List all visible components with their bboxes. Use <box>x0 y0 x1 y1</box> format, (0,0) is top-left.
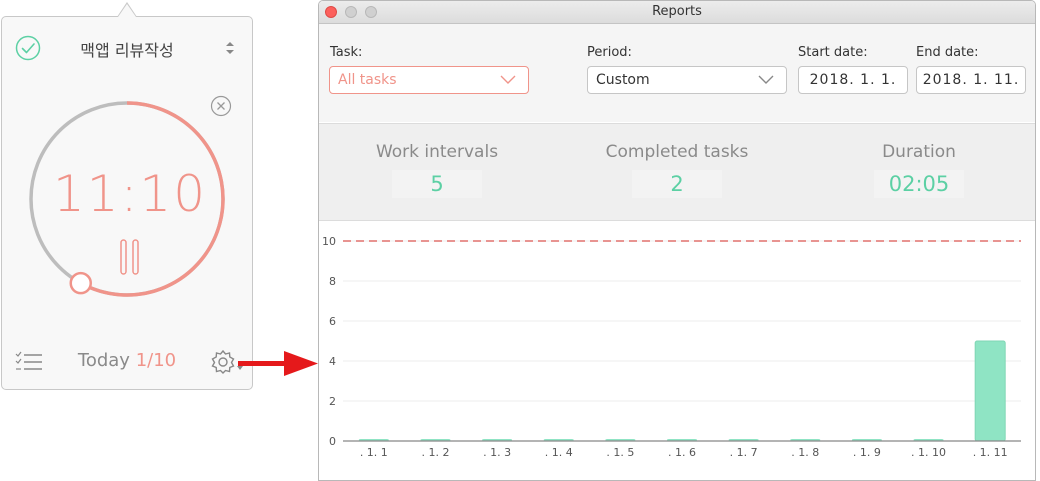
x-tick-label: . 1. 6 <box>668 446 696 459</box>
check-circle-icon[interactable] <box>15 35 41 61</box>
stat-work-intervals: Work intervals 5 <box>327 124 547 198</box>
stat-value: 02:05 <box>874 170 964 198</box>
y-tick-label: 10 <box>322 235 336 248</box>
stat-value: 2 <box>632 170 722 198</box>
chevron-down-icon <box>758 75 774 84</box>
stat-title: Completed tasks <box>605 142 749 162</box>
timer-display: 11:10 <box>52 165 208 223</box>
pause-icon[interactable] <box>119 239 141 277</box>
x-tick-label: . 1. 8 <box>791 446 819 459</box>
x-tick-label: . 1. 2 <box>421 446 449 459</box>
y-tick-label: 8 <box>329 275 336 288</box>
y-tick-label: 4 <box>329 355 336 368</box>
y-tick-label: 2 <box>329 395 336 408</box>
start-date-label: Start date: <box>798 45 868 60</box>
stats-panel: Work intervals 5 Completed tasks 2 Durat… <box>319 123 1035 221</box>
x-tick-label: . 1. 11 <box>973 446 1008 459</box>
stat-title: Duration <box>882 142 956 162</box>
x-tick-label: . 1. 10 <box>911 446 946 459</box>
period-label: Period: <box>587 45 632 60</box>
task-select-value: All tasks <box>338 72 397 88</box>
daily-bar-chart: 0 2 4 6 8 10 . 1. 1 . 1. 2 . 1. 3 . 1. 4 . 1. 5 . 1… <box>319 221 1035 480</box>
task-select[interactable]: All tasks <box>329 66 529 94</box>
today-label: Today <box>77 350 130 371</box>
x-tick-label: . 1. 4 <box>545 446 573 459</box>
end-date-field[interactable]: 2018. 1. 11. <box>916 66 1026 94</box>
x-tick-label: . 1. 9 <box>853 446 881 459</box>
y-tick-label: 0 <box>329 435 336 448</box>
timer-popover: 맥앱 리뷰작성 11:10 Today 1/10 <box>1 16 253 390</box>
period-select-value: Custom <box>596 72 650 88</box>
report-filters: Task: All tasks Period: Custom Start dat… <box>319 24 1035 122</box>
period-select[interactable]: Custom <box>587 66 787 94</box>
window-title: Reports <box>652 4 702 19</box>
red-arrow-annotation <box>238 351 318 376</box>
chevron-down-icon <box>500 75 516 84</box>
y-tick-label: 6 <box>329 315 336 328</box>
task-label: Task: <box>330 45 363 60</box>
x-tick-label: . 1. 1 <box>360 446 388 459</box>
title-bar[interactable]: Reports <box>319 1 1035 24</box>
x-tick-label: . 1. 7 <box>730 446 758 459</box>
current-task-name[interactable]: 맥앱 리뷰작성 <box>42 37 212 61</box>
x-tick-label: . 1. 3 <box>483 446 511 459</box>
chart-svg: 0 2 4 6 8 10 . 1. 1 . 1. 2 . 1. 3 . 1. 4 . 1. 5 . 1… <box>322 235 1021 459</box>
timer-handle <box>69 271 93 295</box>
stat-duration: Duration 02:05 <box>809 124 1029 198</box>
reports-window: Reports Task: All tasks Period: Custom S… <box>318 0 1036 481</box>
start-date-field[interactable]: 2018. 1. 1. <box>798 66 908 94</box>
up-down-arrows-icon[interactable] <box>224 40 236 56</box>
end-date-label: End date: <box>916 45 979 60</box>
task-row[interactable]: 맥앱 리뷰작성 <box>2 35 252 63</box>
today-progress: Today 1/10 <box>62 350 192 371</box>
x-tick-label: . 1. 5 <box>606 446 634 459</box>
today-count: 1/10 <box>135 350 177 371</box>
checklist-icon[interactable] <box>15 351 43 373</box>
stat-title: Work intervals <box>375 142 499 162</box>
stat-value: 5 <box>392 170 482 198</box>
stat-completed-tasks: Completed tasks 2 <box>567 124 787 198</box>
popover-arrow-inner <box>118 4 136 17</box>
bar <box>974 340 1006 442</box>
